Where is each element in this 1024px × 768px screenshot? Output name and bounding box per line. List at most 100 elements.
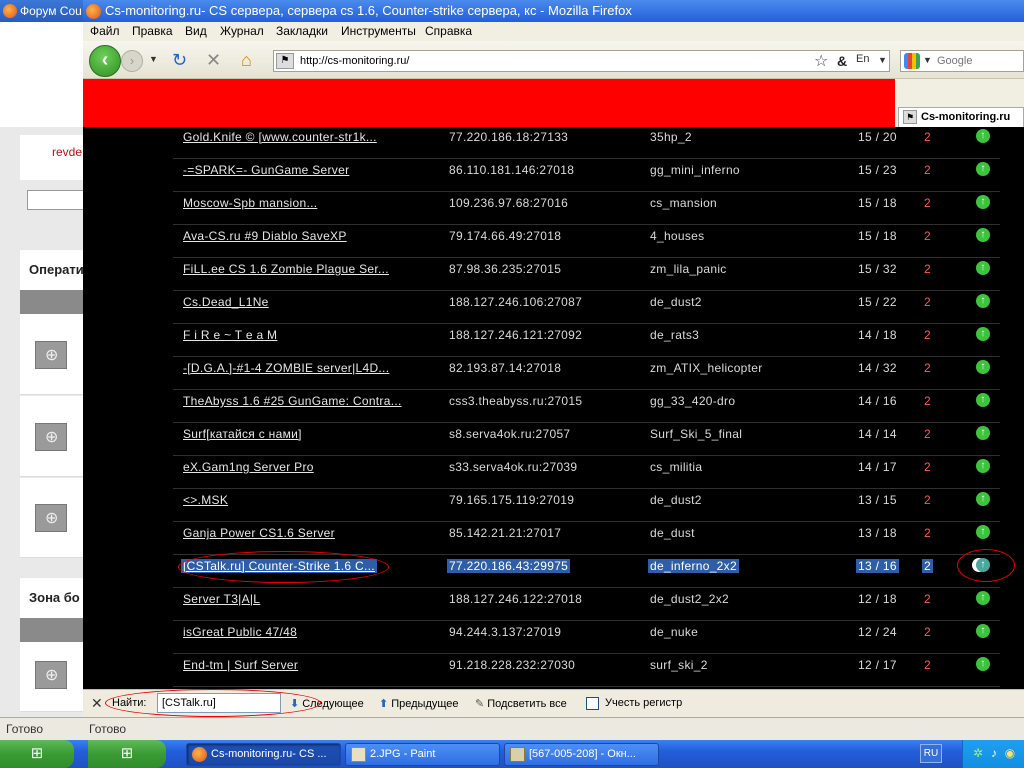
server-name-link[interactable]: -[D.G.A.]-#1-4 ZOMBIE server|L4D... [183,361,389,375]
server-name-link[interactable]: Moscow-Spb mansion... [183,196,317,210]
server-name-link[interactable]: Gold.Knife © [www.counter-str1k... [183,130,377,144]
server-name-link[interactable]: <>.MSK [183,493,228,507]
highlight-all-label: Подсветить все [487,698,567,710]
redacted-block [83,79,895,127]
crosshair-icon[interactable] [35,423,67,451]
arrow-up-icon[interactable]: ↑ [976,624,990,638]
server-name-link[interactable]: TheAbyss 1.6 #25 GunGame: Contra... [183,394,402,408]
server-players: 13 / 16 [856,559,899,573]
find-bar: ✕ Найти: ⬇Следующее ⬆Предыдущее ✎Подсвет… [83,689,1024,717]
menu-edit[interactable]: Правка [132,24,173,38]
tab-current[interactable]: ⚑ Cs-monitoring.ru [898,107,1024,127]
window-title-bar[interactable]: Cs-monitoring.ru- CS сервера, сервера cs… [83,0,1024,22]
window-title-text: Cs-monitoring.ru- CS сервера, сервера cs… [105,3,632,18]
menu-file[interactable]: Файл [90,24,120,38]
find-previous-button[interactable]: ⬆ Предыдущее [379,697,459,710]
background-window-title[interactable]: Форум Cou [0,0,90,22]
translate-icon[interactable]: En [856,53,869,65]
addon-icon[interactable]: & [837,53,847,69]
language-indicator[interactable]: RU [920,744,942,763]
crosshair-icon[interactable] [35,661,67,689]
start-button[interactable]: ⊞ [0,740,74,768]
table-row: eX.Gam1ng Server Pro s33.serva4ok.ru:2703… [173,456,1000,489]
arrow-up-icon[interactable]: ↑ [976,393,990,407]
background-input[interactable] [27,190,90,210]
server-stat: 2 [924,592,931,606]
arrow-up-icon[interactable]: ↑ [976,162,990,176]
search-bar[interactable]: ▼ [900,50,1024,72]
menu-bar: Файл Правка Вид Журнал Закладки Инструме… [83,22,1024,41]
background-link[interactable]: revde [52,145,82,159]
navigation-toolbar: ‹ › ▼ ↻ ✕ ⌂ ⚑ ☆ & En ▼ ▼ [83,41,1024,79]
crosshair-icon[interactable] [35,504,67,532]
arrow-up-icon[interactable]: ↑ [976,294,990,308]
arrow-up-icon[interactable]: ↑ [976,129,990,143]
server-name-link[interactable]: Ava-CS.ru #9 Diablo SaveXP [183,229,347,243]
arrow-up-icon[interactable]: ↑ [976,228,990,242]
arrow-up-icon[interactable]: ↑ [976,591,990,605]
arrow-up-icon[interactable]: ↑ [976,492,990,506]
notification-icon[interactable]: ◉ [1003,746,1017,760]
volume-icon[interactable]: ♪ [987,746,1001,760]
menu-bookmarks[interactable]: Закладки [276,24,328,38]
back-arrow-icon[interactable]: ‹ [89,45,121,77]
reload-icon[interactable]: ↻ [172,50,187,70]
highlight-all-button[interactable]: ✎ Подсветить все [475,697,567,710]
network-icon[interactable]: ✲ [971,746,985,760]
address-bar[interactable]: ⚑ ☆ & En ▼ [273,50,890,72]
server-name-link[interactable]: End-tm | Surf Server [183,658,298,672]
history-dropdown-icon[interactable]: ▼ [149,54,158,64]
server-name-link[interactable]: Surf[катайся с нами] [183,427,302,441]
arrow-up-icon[interactable]: ↑ [976,261,990,275]
server-map: gg_33_420-dro [650,394,736,408]
bookmark-star-icon[interactable]: ☆ [814,51,828,71]
server-name-link[interactable]: Server T3|A|L [183,592,260,606]
server-name-link[interactable]: eX.Gam1ng Server Pro [183,460,314,474]
arrow-up-icon[interactable]: ↑ [976,327,990,341]
search-input[interactable] [937,53,1023,69]
close-icon[interactable]: ✕ [91,695,103,712]
taskbar-item-paint[interactable]: 2.JPG - Paint [345,743,500,766]
windows-logo-icon: ⊞ [120,745,134,762]
google-icon[interactable] [904,53,920,69]
firefox-window: Cs-monitoring.ru- CS сервера, сервера cs… [83,0,1024,740]
server-stat: 2 [924,130,931,144]
server-address: 87.98.36.235:27015 [449,262,562,276]
arrow-up-icon[interactable]: ↑ [976,459,990,473]
server-name-link[interactable]: FiLL.ee CS 1.6 Zombie Plague Ser... [183,262,389,276]
start-button-secondary[interactable]: ⊞ [88,740,166,768]
url-dropdown-icon[interactable]: ▼ [878,55,887,65]
server-name-link[interactable]: isGreat Public 47/48 [183,625,297,639]
server-name-link[interactable]: Ganja Power CS1.6 Server [183,526,335,540]
arrow-up-icon[interactable]: ↑ [976,195,990,209]
search-engine-dropdown-icon[interactable]: ▼ [923,55,932,65]
server-map: cs_mansion [650,196,718,210]
menu-view[interactable]: Вид [185,24,207,38]
arrow-up-icon[interactable]: ↑ [976,426,990,440]
crosshair-icon[interactable] [35,341,67,369]
taskbar-item-firefox[interactable]: Cs-monitoring.ru- CS ... [186,743,341,766]
server-name-link[interactable]: Cs.Dead_L1Ne [183,295,269,309]
server-players: 14 / 17 [858,460,897,474]
match-case-label[interactable]: Учесть регистр [605,697,682,709]
table-row: FiLL.ee CS 1.6 Zombie Plague Ser... 87.98… [173,258,1000,291]
url-input[interactable] [300,53,800,69]
arrow-up-icon[interactable]: ↑ [976,525,990,539]
menu-history[interactable]: Журнал [220,24,264,38]
server-stat: 2 [924,163,931,177]
arrow-up-icon[interactable]: ↑ [976,360,990,374]
forward-arrow-icon[interactable]: › [121,50,143,72]
home-icon[interactable]: ⌂ [241,50,252,70]
stop-icon[interactable]: ✕ [206,50,221,70]
match-case-checkbox[interactable] [586,697,599,710]
server-players: 14 / 16 [858,394,897,408]
server-name-link[interactable]: -=SPARK=- GunGame Server [183,163,349,177]
server-map: cs_militia [650,460,703,474]
menu-tools[interactable]: Инструменты [341,24,416,38]
server-name-link[interactable]: F i R e ~ T e a M [183,328,277,342]
arrow-up-icon[interactable]: ↑ [976,657,990,671]
server-address: 91.218.228.232:27030 [449,658,576,672]
taskbar-item-window[interactable]: [567-005-208] - Окн... [504,743,659,766]
menu-help[interactable]: Справка [425,24,472,38]
firefox-icon [192,747,207,762]
